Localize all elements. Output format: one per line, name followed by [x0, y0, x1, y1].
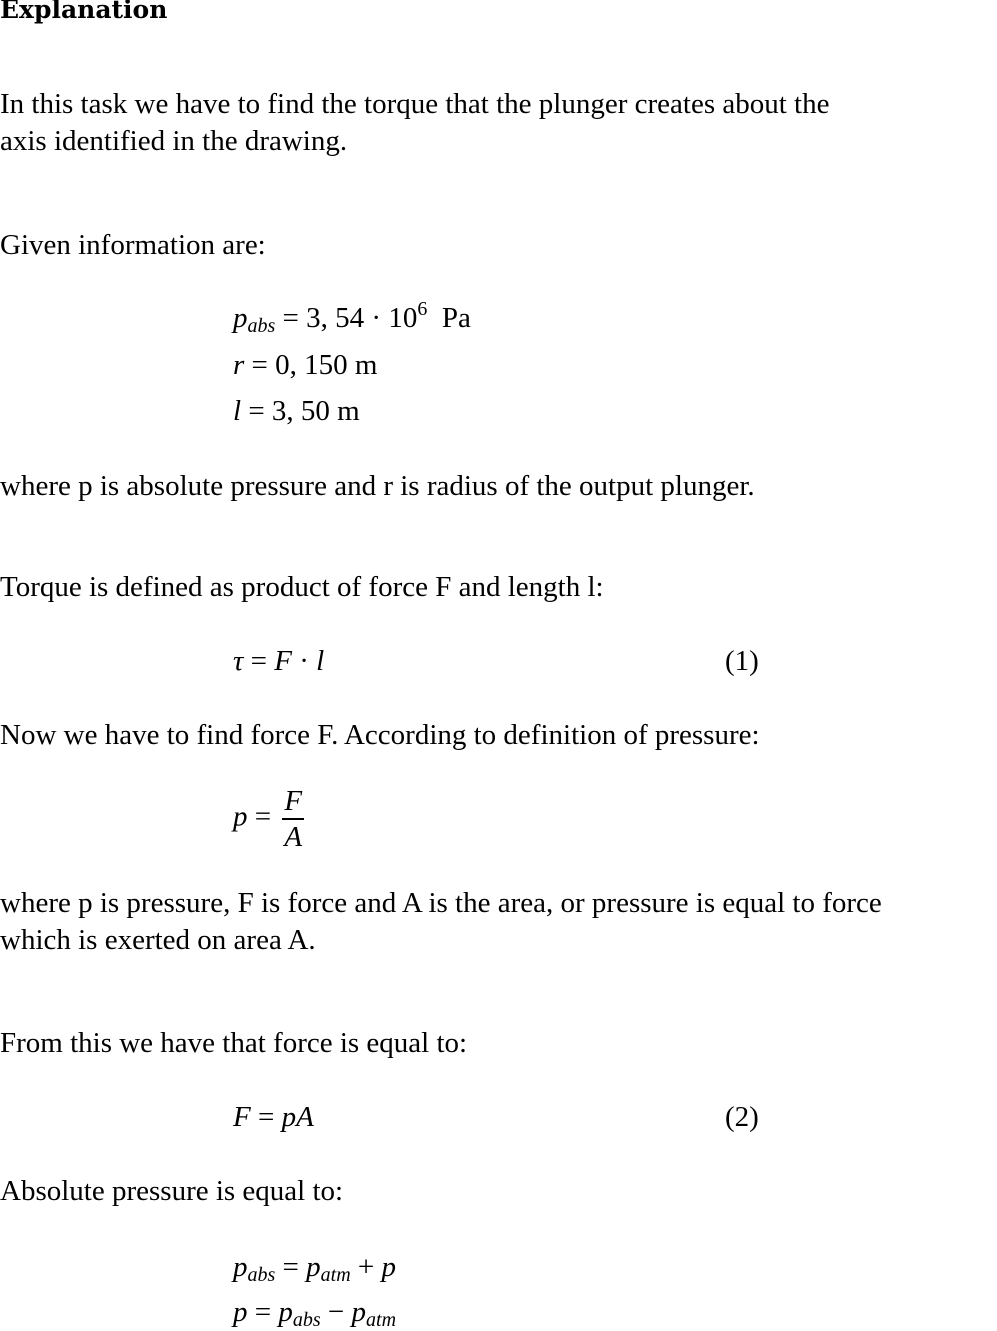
- p-symbol: p: [381, 1251, 397, 1283]
- l-unit: m: [337, 395, 360, 427]
- absolute-pressure-paragraph: Absolute pressure is equal to:: [0, 1175, 344, 1207]
- pa-product: pA: [281, 1101, 314, 1133]
- fraction-numerator: F: [282, 784, 305, 820]
- fraction: F A: [282, 784, 305, 854]
- given-label: Given information are:: [0, 229, 266, 261]
- section-heading: Explanation: [0, 0, 168, 24]
- p-abs-symbol: p: [278, 1296, 293, 1328]
- p-abs-symbol: p: [233, 1251, 248, 1283]
- r-value: 0, 150: [275, 349, 348, 381]
- force-symbol: F: [233, 1101, 251, 1133]
- intro-paragraph: In this task we have to find the torque …: [0, 86, 829, 160]
- where-pressure-paragraph: where p is pressure, F is force and A is…: [0, 885, 882, 959]
- pressure-definition-equation: p = F A: [233, 784, 305, 854]
- p-symbol: p: [233, 302, 248, 334]
- where-line-2: which is exerted on area A.: [0, 924, 316, 956]
- torque-definition-paragraph: Torque is defined as product of force F …: [0, 571, 604, 603]
- gauge-pressure-difference: p = pabs − patm: [233, 1296, 397, 1331]
- intro-line-1: In this task we have to find the torque …: [0, 88, 830, 120]
- atm-subscript: atm: [320, 1264, 351, 1286]
- where-p-r-paragraph: where p is absolute pressure and r is ra…: [0, 470, 755, 502]
- intro-line-2: axis identified in the drawing.: [0, 125, 348, 157]
- given-p-abs: pabs = 3, 54 · 106 Pa: [233, 298, 471, 337]
- equation-1: τ = F · l: [233, 645, 325, 677]
- fraction-denominator: A: [284, 821, 303, 853]
- r-symbol: r: [233, 349, 245, 381]
- tau-symbol: τ: [233, 645, 244, 677]
- p-atm-symbol: p: [351, 1296, 367, 1328]
- equation-1-number: (1): [725, 645, 759, 677]
- abs-subscript: abs: [247, 315, 276, 337]
- p-atm-symbol: p: [306, 1251, 321, 1283]
- p-symbol: p: [233, 1296, 248, 1328]
- p-abs-unit: Pa: [441, 302, 471, 334]
- length-symbol: l: [316, 645, 325, 677]
- equation-2: F = pA: [233, 1101, 314, 1133]
- given-r: r = 0, 150 m: [233, 349, 378, 381]
- pressure-symbol: p: [233, 800, 248, 833]
- r-unit: m: [354, 349, 378, 381]
- abs-subscript: abs: [247, 1264, 276, 1286]
- where-line-1: where p is pressure, F is force and A is…: [0, 887, 882, 919]
- p-abs-mantissa: 3, 54: [306, 302, 365, 334]
- force-symbol: F: [274, 645, 292, 677]
- find-force-paragraph: Now we have to find force F. According t…: [0, 719, 760, 751]
- p-abs-base: 10: [388, 302, 418, 334]
- equation-2-number: (2): [725, 1101, 759, 1133]
- l-value: 3, 50: [271, 395, 330, 427]
- abs-subscript: abs: [292, 1309, 321, 1331]
- l-symbol: l: [233, 395, 242, 427]
- atm-subscript: atm: [366, 1309, 397, 1331]
- given-l: l = 3, 50 m: [233, 395, 360, 427]
- absolute-pressure-sum: pabs = patm + p: [233, 1251, 397, 1286]
- from-this-paragraph: From this we have that force is equal to…: [0, 1027, 468, 1059]
- p-abs-exponent: 6: [417, 298, 428, 320]
